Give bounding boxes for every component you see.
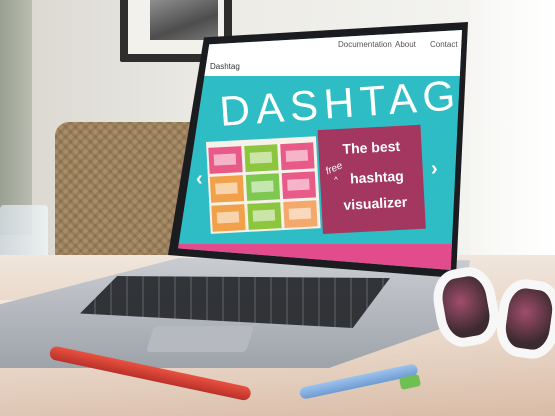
preview-tile	[281, 171, 317, 200]
laptop-trackpad	[145, 326, 255, 352]
preview-tile	[244, 144, 279, 172]
laptop-screen: Dashtag Documentation About Contact DASH…	[178, 30, 462, 270]
feature-slider: The best free ^ hashtag visualizer	[206, 124, 426, 235]
door	[0, 0, 32, 235]
preview-tile	[283, 200, 318, 229]
hero-title: DASHTAG	[218, 71, 462, 135]
tagline-panel: The best free ^ hashtag visualizer	[317, 124, 426, 235]
preview-tile	[208, 146, 243, 174]
preview-tile	[245, 173, 281, 201]
tagline-line-2: hashtag	[349, 167, 405, 187]
nav-documentation-link[interactable]: Documentation	[338, 40, 392, 49]
preview-tile	[211, 204, 246, 232]
slider-next-arrow-icon[interactable]: ›	[431, 158, 438, 181]
sunglasses-lens	[492, 276, 555, 362]
tagline-line-3: visualizer	[343, 193, 408, 213]
preview-tile	[247, 202, 282, 230]
framed-photo	[150, 0, 218, 40]
sunglasses	[428, 262, 555, 372]
slider-prev-arrow-icon[interactable]: ‹	[196, 168, 203, 191]
sunglasses-lens	[428, 263, 504, 351]
nav-about-link[interactable]: About	[395, 40, 416, 49]
preview-tile	[209, 175, 245, 203]
caret-mark: ^	[333, 175, 339, 185]
nav-contact-link[interactable]: Contact	[430, 40, 458, 49]
preview-tile	[280, 142, 315, 171]
site-logo[interactable]: Dashtag	[210, 62, 240, 71]
tagline-line-1: The best	[342, 137, 401, 157]
dashboard-preview	[206, 136, 321, 234]
